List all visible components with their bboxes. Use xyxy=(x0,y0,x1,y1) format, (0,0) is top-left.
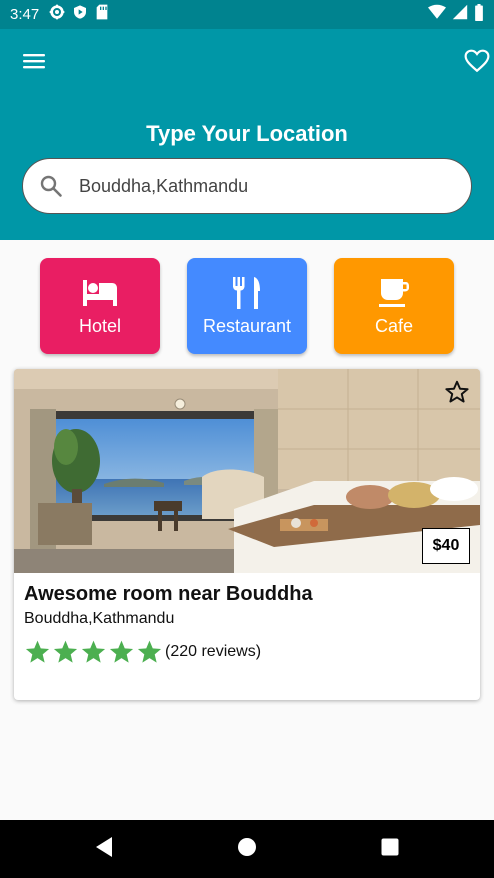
system-nav-bar xyxy=(0,820,494,878)
rating-star-icon xyxy=(109,640,134,663)
category-buttons: Hotel Restaurant Cafe xyxy=(0,258,494,354)
menu-button[interactable] xyxy=(20,49,48,77)
recents-button[interactable] xyxy=(378,837,402,861)
signal-icon xyxy=(452,4,468,25)
rating-star-icon xyxy=(137,640,162,663)
favorites-button[interactable] xyxy=(462,48,492,78)
back-triangle-icon xyxy=(94,836,114,863)
restaurant-category-button[interactable]: Restaurant xyxy=(187,258,307,354)
restaurant-category-label: Restaurant xyxy=(202,315,292,336)
coffee-cup-icon xyxy=(379,276,409,310)
review-count: (220 reviews) xyxy=(165,643,262,660)
status-bar: 3:47 xyxy=(0,0,494,29)
hotel-room-photo xyxy=(14,369,480,573)
recents-square-icon xyxy=(381,838,399,861)
listing-location: Bouddha,Kathmandu xyxy=(24,610,175,627)
heart-outline-icon xyxy=(464,49,490,78)
search-icon xyxy=(39,173,65,199)
cafe-category-label: Cafe xyxy=(374,315,414,336)
shield-play-icon xyxy=(72,4,88,25)
wifi-icon xyxy=(428,4,446,25)
fork-knife-icon xyxy=(232,276,262,310)
back-button[interactable] xyxy=(92,836,116,863)
settings-icon xyxy=(49,4,65,25)
price-tag: $40 xyxy=(422,528,470,564)
rating-star-icon xyxy=(25,640,50,663)
sd-card-icon xyxy=(95,4,109,25)
location-title: Type Your Location xyxy=(146,121,348,146)
menu-icon xyxy=(22,51,46,76)
hotel-category-button[interactable]: Hotel xyxy=(40,258,160,354)
cafe-category-button[interactable]: Cafe xyxy=(334,258,454,354)
search-bar[interactable] xyxy=(22,158,472,214)
listing-card[interactable]: $40 Awesome room near Bouddha Bouddha,Ka… xyxy=(14,369,480,700)
star-outline-icon xyxy=(444,380,470,409)
rating-row: (220 reviews) xyxy=(24,639,261,665)
battery-icon xyxy=(474,3,484,26)
favorite-star-button[interactable] xyxy=(444,379,470,405)
rating-star-icon xyxy=(53,640,78,663)
home-button[interactable] xyxy=(235,837,259,861)
rating-star-icon xyxy=(81,640,106,663)
home-circle-icon xyxy=(237,837,257,862)
bed-icon xyxy=(82,276,118,310)
location-search-input[interactable] xyxy=(79,175,439,197)
rating-stars xyxy=(24,639,163,665)
status-time: 3:47 xyxy=(10,6,40,23)
hotel-category-label: Hotel xyxy=(78,315,122,336)
app-bar: Type Your Location xyxy=(0,29,494,240)
listing-title: Awesome room near Bouddha xyxy=(24,583,313,605)
